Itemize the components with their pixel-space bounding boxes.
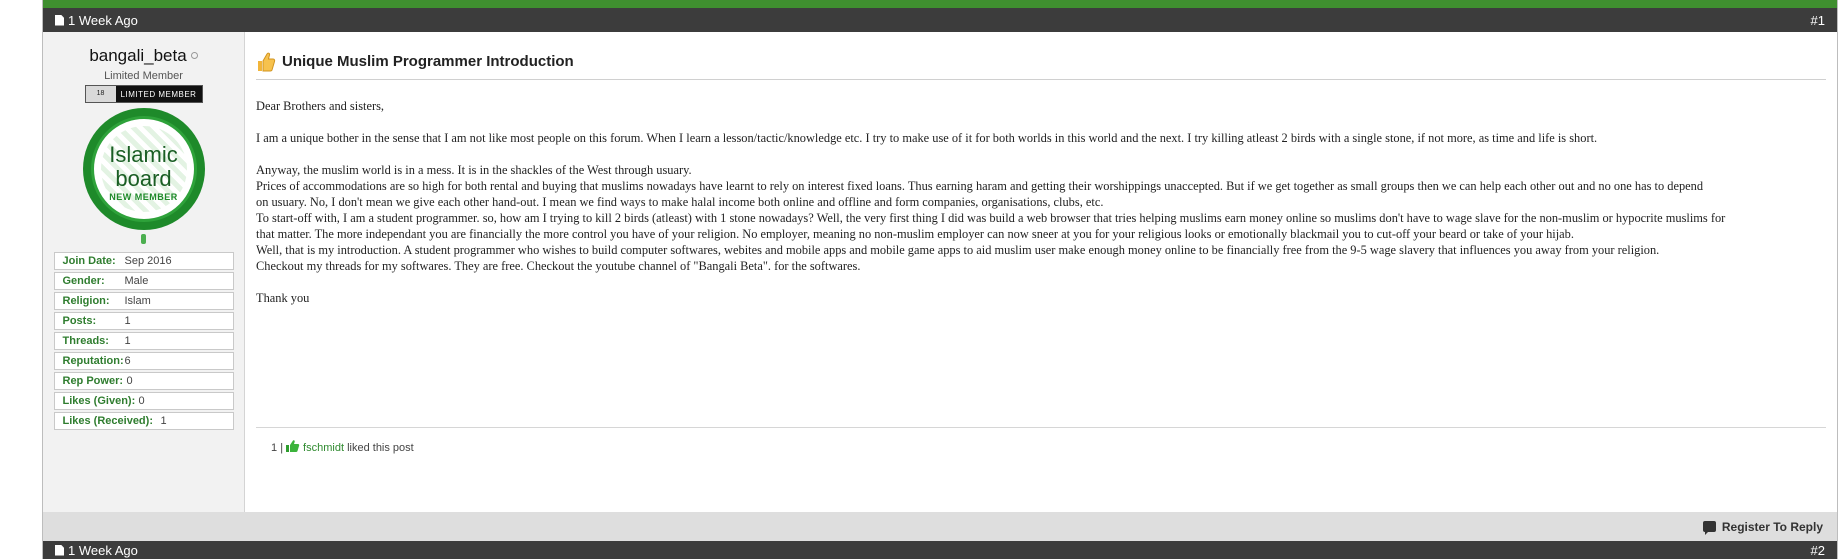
- message-line: Well, that is my introduction. A student…: [256, 243, 1660, 257]
- message-line: Checkout my threads for my softwares. Th…: [256, 259, 861, 273]
- post-permalink[interactable]: #1: [1811, 13, 1825, 28]
- like-icon: [286, 440, 300, 455]
- stat-row-posts: Posts: 1: [53, 312, 234, 330]
- message-line: Thank you: [256, 291, 310, 305]
- stat-label: Threads:: [62, 335, 109, 347]
- rank-level: 18: [85, 86, 116, 102]
- post-date: 1 Week Ago: [55, 13, 138, 28]
- stat-label: Posts:: [62, 315, 97, 327]
- post-permalink[interactable]: #2: [1811, 543, 1825, 558]
- document-icon: [55, 544, 64, 556]
- stat-value: 1: [124, 315, 131, 327]
- user-info-panel: bangali_beta Limited Member 18 LIMITED M…: [43, 32, 245, 516]
- stat-row-likes-given: Likes (Given): 0: [53, 392, 234, 410]
- forum-thread: 1 Week Ago #1 bangali_beta Limited Membe…: [42, 0, 1838, 559]
- stat-value: 0: [126, 375, 133, 387]
- likes-row: 1 | fschmidt liked this post: [256, 427, 1826, 467]
- stat-row-religion: Religion: Islam: [53, 292, 234, 310]
- avatar[interactable]: Islamic board NEW MEMBER: [82, 108, 205, 230]
- stat-label: Likes (Received):: [62, 415, 153, 427]
- liker-username[interactable]: fschmidt: [303, 442, 344, 454]
- reply-icon: [1702, 521, 1716, 535]
- username-text[interactable]: bangali_beta: [89, 46, 186, 65]
- message-line: Anyway, the muslim world is in a mess. I…: [256, 163, 692, 177]
- stat-value: Male: [124, 275, 149, 287]
- stat-row-rep-power: Rep Power: 0: [53, 372, 234, 390]
- avatar-text-line2: board: [115, 166, 172, 191]
- stat-value: 1: [160, 415, 167, 427]
- stat-row-reputation: Reputation: 6: [53, 352, 234, 370]
- stat-label: Reputation:: [62, 355, 124, 367]
- post-body: bangali_beta Limited Member 18 LIMITED M…: [43, 32, 1837, 516]
- thumbs-up-icon: [256, 51, 276, 73]
- likes-text: liked this post: [347, 441, 414, 454]
- message-line: on usuary. No, I don't mean we give each…: [256, 195, 1104, 209]
- post-header: 1 Week Ago #1: [43, 8, 1837, 32]
- stat-label: Likes (Given):: [62, 395, 136, 407]
- rank-label: LIMITED MEMBER: [120, 89, 197, 99]
- stat-row-threads: Threads: 1: [53, 332, 234, 350]
- post-header: 1 Week Ago #2: [43, 541, 1837, 559]
- stat-value: 0: [138, 395, 145, 407]
- likes-count: 1: [271, 441, 278, 454]
- stat-row-join-date: Join Date: Sep 2016: [53, 252, 234, 270]
- likes-separator: |: [280, 441, 284, 454]
- post-date-text: 1 Week Ago: [68, 12, 138, 28]
- message-line: Dear Brothers and sisters,: [256, 99, 385, 113]
- message-line: To start-off with, I am a student progra…: [256, 211, 1726, 225]
- stat-value: Islam: [124, 295, 151, 307]
- stat-label: Rep Power:: [62, 375, 124, 387]
- document-icon: [55, 14, 64, 26]
- post-footer: Register To Reply: [43, 512, 1837, 541]
- avatar-text-line3: NEW MEMBER: [109, 192, 178, 202]
- stat-value: 6: [124, 355, 131, 367]
- message-line: Prices of accommodations are so high for…: [256, 179, 1704, 193]
- stat-row-likes-received: Likes (Received): 1: [53, 412, 234, 430]
- message-line: I am a unique bother in the sense that I…: [256, 131, 1598, 145]
- offline-status-icon: [190, 52, 198, 59]
- user-title: Limited Member: [104, 70, 183, 82]
- rank-badge: 18 LIMITED MEMBER: [84, 85, 203, 103]
- post-date-text: 1 Week Ago: [68, 542, 138, 558]
- post-message: Dear Brothers and sisters, I am a unique…: [256, 98, 1831, 306]
- user-stats: Join Date: Sep 2016 Gender: Male Religion:…: [53, 252, 234, 430]
- avatar-text-line1: Islamic: [109, 142, 178, 167]
- post-date: 1 Week Ago: [55, 543, 138, 558]
- stat-value: Sep 2016: [124, 255, 172, 267]
- top-accent-bar: [43, 0, 1837, 8]
- stat-label: Join Date:: [62, 255, 116, 267]
- reputation-icon: [141, 234, 146, 244]
- username[interactable]: bangali_beta: [43, 46, 244, 66]
- stat-label: Religion:: [62, 295, 110, 307]
- stat-label: Gender:: [62, 275, 105, 287]
- stat-value: 1: [124, 335, 131, 347]
- message-line: that matter. The more independant you ar…: [256, 227, 1574, 241]
- post-title-row: Unique Muslim Programmer Introduction: [256, 44, 1826, 80]
- register-to-reply-button[interactable]: Register To Reply: [1722, 520, 1823, 534]
- post-title: Unique Muslim Programmer Introduction: [282, 53, 574, 70]
- post-content: Unique Muslim Programmer Introduction De…: [256, 32, 1831, 516]
- stat-row-gender: Gender: Male: [53, 272, 234, 290]
